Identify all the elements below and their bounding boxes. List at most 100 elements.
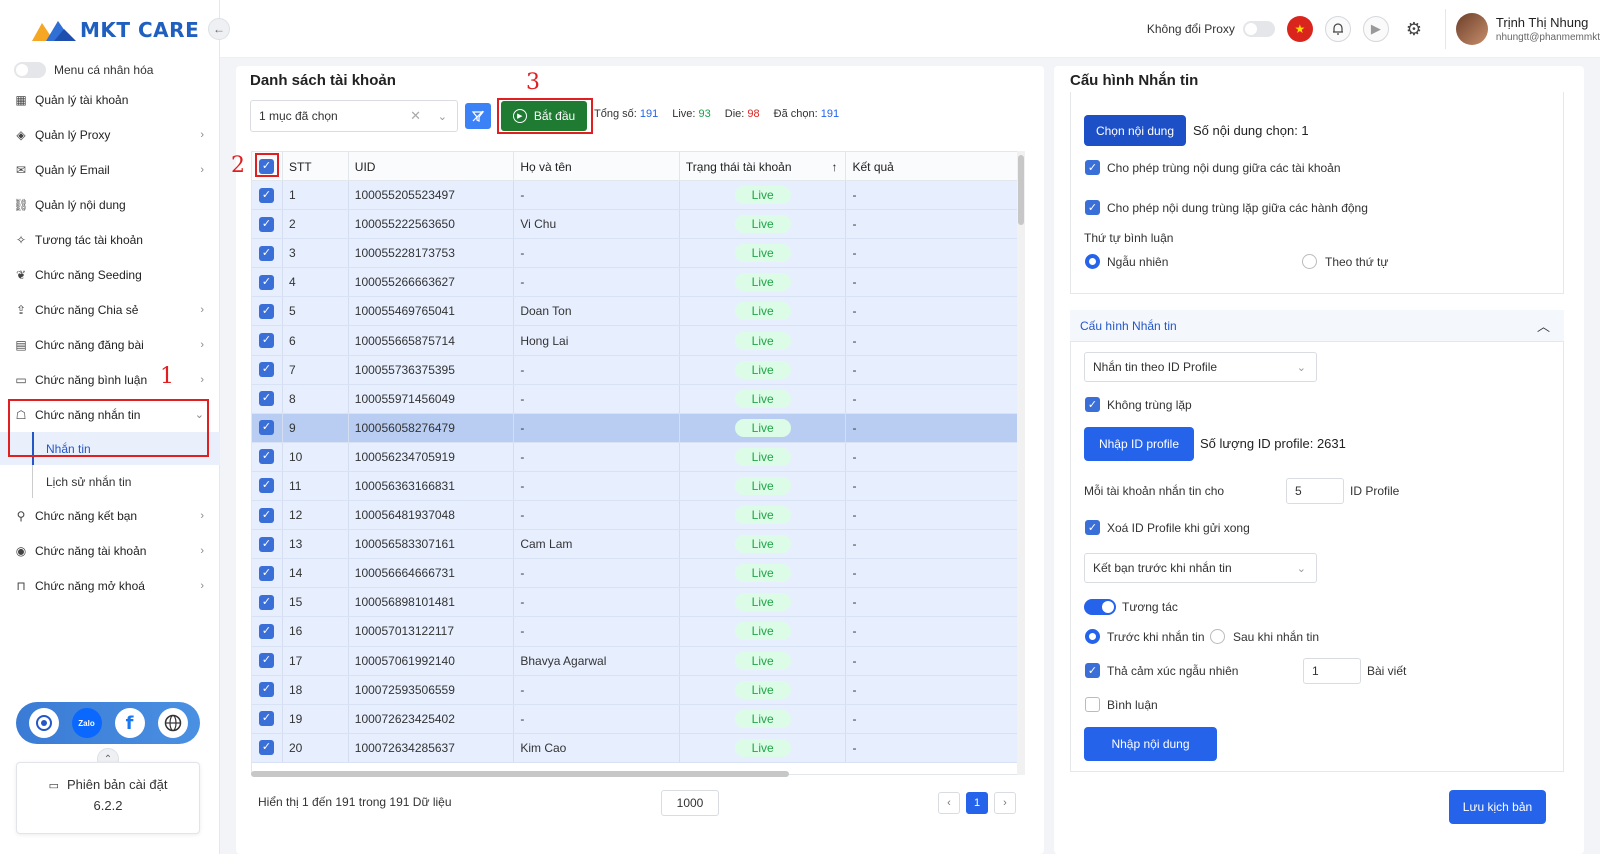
table-row[interactable]: ✓ 17 100057061992140 Bhavya Agarwal Live - (252, 646, 1020, 676)
sidebar-item[interactable]: ❦ Chức năng Seeding (0, 257, 220, 292)
table-row[interactable]: ✓ 2 100055222563650 Vi Chu Live - (252, 210, 1020, 240)
per-account-input[interactable]: 5 (1286, 478, 1344, 504)
play-circle-icon[interactable]: ▶ (1362, 16, 1389, 42)
table-horizontal-scrollbar[interactable] (251, 771, 789, 777)
sidebar-item[interactable]: ▦ Quản lý tài khoản (0, 82, 220, 117)
friend-select[interactable]: Kết bạn trước khi nhắn tin ⌄ (1084, 553, 1317, 583)
col-stt[interactable]: STT (283, 152, 349, 181)
row-checkbox[interactable]: ✓ (259, 565, 274, 581)
row-checkbox[interactable]: ✓ (259, 536, 274, 552)
row-checkbox[interactable]: ✓ (259, 420, 274, 436)
gear-icon[interactable]: ⚙ (1401, 16, 1427, 42)
table-row[interactable]: ✓ 1 100055205523497- Live - (252, 181, 1020, 211)
table-row[interactable]: ✓ 7 100055736375395- Live - (252, 355, 1020, 385)
table-row[interactable]: ✓ 10 100056234705919- Live - (252, 442, 1020, 472)
table-row[interactable]: ✓ 13 100056583307161 Cam Lam Live - (252, 530, 1020, 560)
allow-dup-accounts-checkbox[interactable]: ✓ (1085, 160, 1100, 175)
row-checkbox[interactable]: ✓ (259, 391, 274, 407)
proxy-toggle[interactable] (1242, 21, 1275, 37)
globe-icon[interactable] (157, 708, 188, 738)
table-row[interactable]: ✓ 20 100072634285637 Kim Cao Live - (252, 733, 1020, 763)
zalo-icon[interactable]: Zalo (71, 708, 102, 738)
delete-after-checkbox[interactable]: ✓ (1085, 520, 1100, 535)
order-seq-radio[interactable] (1302, 254, 1317, 269)
row-checkbox[interactable]: ✓ (259, 216, 274, 232)
sidebar-subitem[interactable]: Lịch sử nhắn tin (0, 465, 220, 498)
comment-checkbox[interactable] (1085, 697, 1100, 712)
row-checkbox[interactable]: ✓ (259, 653, 274, 669)
import-id-button[interactable]: Nhập ID profile (1084, 427, 1194, 461)
sidebar-item[interactable]: ⊓ Chức năng mở khoá › (0, 568, 220, 603)
sidebar-item[interactable]: ⛓ Quản lý nội dung (0, 187, 220, 222)
collapse-sidebar-button[interactable]: ← (208, 18, 230, 40)
table-row[interactable]: ✓ 14 100056664666731- Live - (252, 559, 1020, 589)
table-row[interactable]: ✓ 18 100072593506559- Live - (252, 675, 1020, 705)
sort-up-icon[interactable]: ↑ (831, 160, 837, 174)
table-row[interactable]: ✓ 11 100056363166831- Live - (252, 471, 1020, 502)
sidebar-item[interactable]: ◈ Quản lý Proxy › (0, 117, 220, 152)
row-checkbox[interactable]: ✓ (259, 740, 274, 756)
row-checkbox[interactable]: ✓ (259, 303, 274, 319)
sidebar-item[interactable]: ▭ Chức năng bình luận › (0, 362, 220, 397)
row-checkbox[interactable]: ✓ (259, 274, 274, 290)
row-checkbox[interactable]: ✓ (259, 507, 274, 523)
sidebar-item[interactable]: ⇪ Chức năng Chia sẻ › (0, 292, 220, 327)
support-icon[interactable] (28, 708, 59, 738)
interact-switch[interactable] (1084, 599, 1116, 615)
page-size-input[interactable]: 1000 (661, 790, 719, 816)
prev-page-button[interactable]: ‹ (938, 792, 960, 814)
message-config-header[interactable]: Cấu hình Nhắn tin ︿ (1070, 310, 1564, 342)
sidebar-item[interactable]: ◉ Chức năng tài khoản › (0, 533, 220, 568)
row-checkbox[interactable]: ✓ (259, 682, 274, 698)
table-row[interactable]: ✓ 16 100057013122117- Live - (252, 617, 1020, 647)
sidebar-item[interactable]: ✉ Quản lý Email › (0, 152, 220, 187)
sidebar-item[interactable]: ▤ Chức năng đăng bài › (0, 327, 220, 362)
after-msg-radio[interactable] (1210, 629, 1225, 644)
row-checkbox[interactable]: ✓ (259, 333, 274, 349)
clear-filter-button[interactable] (465, 103, 491, 129)
import-content-button[interactable]: Nhập nội dung (1084, 727, 1217, 761)
allow-dup-actions-checkbox[interactable]: ✓ (1085, 200, 1100, 215)
clear-icon[interactable]: ✕ (410, 108, 421, 124)
col-status-cell[interactable]: Trạng thái tài khoản ↑ (680, 152, 847, 181)
sidebar-item[interactable]: ✧ Tương tác tài khoản (0, 222, 220, 257)
row-checkbox[interactable]: ✓ (259, 187, 274, 203)
row-checkbox[interactable]: ✓ (259, 594, 274, 610)
table-row[interactable]: ✓ 19 100072623425402- Live - (252, 704, 1020, 734)
personalize-toggle-row[interactable]: Menu cá nhân hóa (14, 62, 153, 78)
next-page-button[interactable]: › (994, 792, 1016, 814)
row-checkbox[interactable]: ✓ (259, 478, 274, 494)
before-msg-radio[interactable] (1085, 629, 1100, 644)
table-row[interactable]: ✓ 15 100056898101481- Live - (252, 588, 1020, 618)
mode-select[interactable]: Nhắn tin theo ID Profile ⌄ (1084, 352, 1317, 382)
logo[interactable]: MKT CARE (32, 14, 199, 46)
table-row[interactable]: ✓ 9 100056058276479- Live - (252, 413, 1020, 443)
row-checkbox[interactable]: ✓ (259, 362, 274, 378)
col-result[interactable]: Kết quả (846, 152, 1020, 181)
facebook-icon[interactable]: f (114, 708, 145, 738)
sidebar-item[interactable]: ⚲ Chức năng kết bạn › (0, 498, 220, 533)
table-row[interactable]: ✓ 5 100055469765041 Doan Ton Live - (252, 297, 1020, 327)
bell-icon[interactable] (1324, 16, 1351, 42)
row-checkbox[interactable]: ✓ (259, 245, 274, 261)
choose-content-button[interactable]: Chọn nội dung (1084, 115, 1186, 146)
react-checkbox[interactable]: ✓ (1085, 663, 1100, 678)
row-checkbox[interactable]: ✓ (259, 623, 274, 639)
row-checkbox[interactable]: ✓ (259, 449, 274, 465)
col-name[interactable]: Họ và tên (514, 152, 680, 181)
page-1-button[interactable]: 1 (966, 792, 988, 814)
row-checkbox[interactable]: ✓ (259, 711, 274, 727)
table-vertical-scrollbar[interactable] (1017, 151, 1025, 775)
table-row[interactable]: ✓ 3 100055228173753- Live - (252, 239, 1020, 269)
react-input[interactable]: 1 (1303, 658, 1361, 684)
chevron-up-icon[interactable]: ︿ (1537, 316, 1550, 335)
chevron-down-icon[interactable]: ⌄ (438, 110, 447, 123)
save-script-button[interactable]: Lưu kịch bản (1449, 790, 1546, 824)
order-random-radio[interactable] (1085, 254, 1100, 269)
table-row[interactable]: ✓ 6 100055665875714 Hong Lai Live - (252, 326, 1020, 356)
vietnam-flag-icon[interactable]: ★ (1286, 16, 1313, 42)
no-dup-checkbox[interactable]: ✓ (1085, 397, 1100, 412)
table-row[interactable]: ✓ 12 100056481937048- Live - (252, 501, 1020, 531)
table-row[interactable]: ✓ 8 100055971456049- Live - (252, 384, 1020, 414)
user-menu[interactable]: Trịnh Thị Nhung nhungtt@phanmemmkt (1444, 9, 1600, 49)
